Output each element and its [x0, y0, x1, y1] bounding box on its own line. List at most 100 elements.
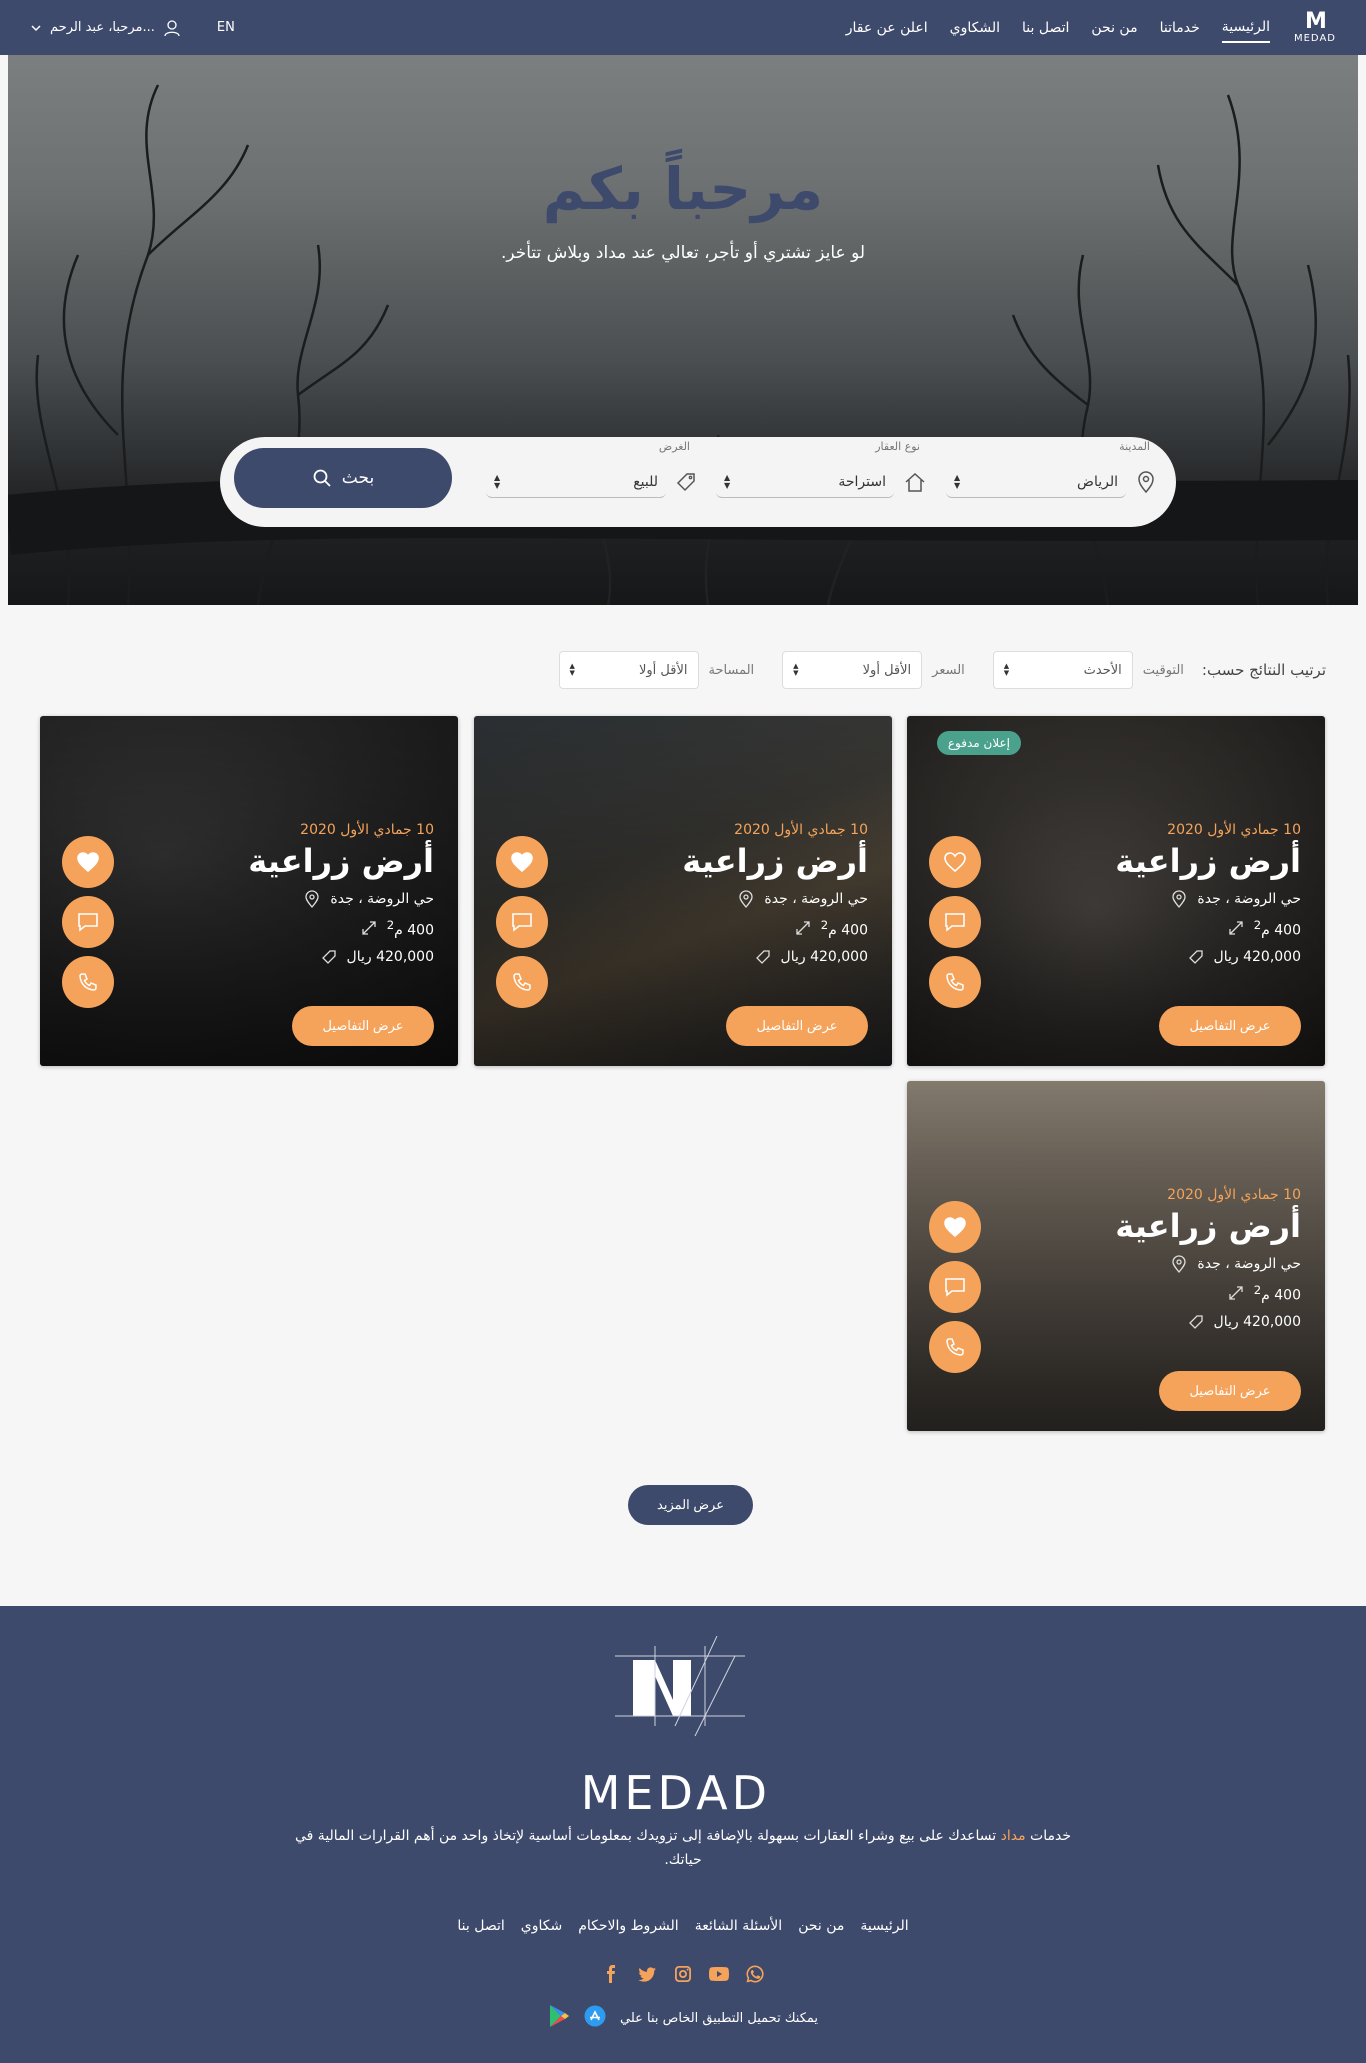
sort-time-select[interactable]: الأحدث ▲ ▼: [992, 651, 1133, 689]
property-card[interactable]: 10 جمادي الأول 2020 أرض زراعية حي الروضة…: [907, 1081, 1325, 1431]
card-location-row: حي الروضة ، جدة: [1115, 1255, 1301, 1273]
message-button[interactable]: [62, 896, 114, 948]
card-location: حي الروضة ، جدة: [330, 891, 434, 907]
instagram-icon[interactable]: [673, 1964, 693, 1984]
location-pin-icon: [739, 890, 754, 908]
nav-contact[interactable]: اتصل بنا: [1022, 14, 1069, 42]
chat-bubble-icon: [78, 913, 98, 932]
medad-logo[interactable]: M MEDAD: [1293, 9, 1336, 45]
nav-home[interactable]: الرئيسية: [1221, 13, 1270, 43]
youtube-icon[interactable]: [709, 1964, 729, 1984]
location-pin-icon: [1172, 890, 1187, 908]
sort-area-select[interactable]: الأقل أولا ▲ ▼: [558, 651, 699, 689]
card-price: 420,000 ريال: [1213, 1313, 1301, 1330]
sort-price-select[interactable]: الأقل أولا ▲ ▼: [782, 651, 923, 689]
card-info: 10 جمادي الأول 2020 أرض زراعية حي الروضة…: [248, 822, 434, 965]
medad-logo-mark-icon: [615, 1635, 745, 1737]
card-area-row: 400 م2: [248, 918, 434, 939]
card-area-row: 400 م2: [682, 918, 868, 939]
nav-complaints[interactable]: الشكاوي: [950, 14, 1000, 42]
resize-arrows-icon: [796, 921, 810, 935]
call-button[interactable]: [62, 956, 114, 1008]
view-details-button[interactable]: عرض التفاصيل: [1159, 1006, 1301, 1046]
favorite-button[interactable]: [929, 1201, 981, 1253]
footer-link-home[interactable]: الرئيسية: [860, 1918, 908, 1934]
location-pin-icon: [1138, 471, 1154, 493]
footer: MEDAD خدمات مداد تساعدك على بيع وشراء ال…: [0, 1606, 1366, 2063]
footer-link-contact[interactable]: اتصل بنا: [457, 1918, 504, 1934]
whatsapp-icon[interactable]: [745, 1964, 765, 1984]
card-price-row: 420,000 ريال: [1115, 949, 1301, 965]
tag-icon: [321, 950, 336, 964]
purpose-value: للبيع: [633, 473, 658, 490]
card-info: 10 جمادي الأول 2020 أرض زراعية حي الروضة…: [1115, 1187, 1301, 1330]
message-button[interactable]: [929, 896, 981, 948]
favorite-button[interactable]: [62, 836, 114, 888]
sort-bar: ترتيب النتائج حسب: التوقيت الأحدث ▲ ▼ الس…: [558, 651, 1326, 689]
property-card[interactable]: إعلان مدفوع 10 جمادي الأول 2020 أرض زراع…: [907, 716, 1325, 1066]
call-button[interactable]: [496, 956, 548, 1008]
card-area: 400 م2: [1253, 918, 1301, 939]
user-menu[interactable]: مرحبا، عبد الرحم...: [30, 19, 181, 37]
property-card[interactable]: 10 جمادي الأول 2020 أرض زراعية حي الروضة…: [474, 716, 892, 1066]
property-card[interactable]: 10 جمادي الأول 2020 أرض زراعية حي الروضة…: [40, 716, 458, 1066]
call-button[interactable]: [929, 956, 981, 1008]
logo-word: MEDAD: [1293, 33, 1336, 44]
app-store-icon[interactable]: [584, 2005, 606, 2031]
property-type-select[interactable]: استراحة ▲ ▼: [716, 466, 894, 498]
card-area-row: 400 م2: [1115, 918, 1301, 939]
location-pin-icon: [1172, 1255, 1187, 1273]
nav-advertise-property[interactable]: اعلن عن عقار: [846, 14, 928, 42]
heart-icon: [511, 852, 533, 873]
view-details-button[interactable]: عرض التفاصيل: [292, 1006, 434, 1046]
card-location-row: حي الروضة ، جدة: [1115, 890, 1301, 908]
favorite-button[interactable]: [929, 836, 981, 888]
logo-mark-icon: M: [1305, 9, 1327, 34]
facebook-icon[interactable]: [601, 1964, 621, 1984]
property-type-label: نوع العقار: [875, 440, 920, 453]
message-button[interactable]: [929, 1261, 981, 1313]
google-play-icon[interactable]: [548, 2004, 570, 2032]
card-date: 10 جمادي الأول 2020: [1167, 822, 1301, 838]
footer-link-about[interactable]: من نحن: [798, 1918, 844, 1934]
user-icon: [164, 19, 180, 36]
tag-icon: [1188, 1315, 1203, 1329]
heart-icon: [77, 852, 99, 873]
footer-desc-brand: مداد: [1000, 1828, 1026, 1844]
card-title: أرض زراعية: [1115, 1207, 1301, 1245]
footer-desc-prefix: خدمات: [1030, 1828, 1071, 1844]
sort-price-label: السعر: [932, 662, 965, 678]
favorite-button[interactable]: [496, 836, 548, 888]
twitter-icon[interactable]: [637, 1964, 657, 1984]
footer-link-faq[interactable]: الأسئلة الشائعة: [695, 1918, 783, 1934]
footer-logo[interactable]: MEDAD: [581, 1635, 771, 1820]
phone-icon: [946, 973, 964, 991]
message-button[interactable]: [496, 896, 548, 948]
city-select[interactable]: الرياض ▲ ▼: [946, 466, 1126, 498]
load-more-button[interactable]: عرض المزيد: [628, 1485, 753, 1525]
view-details-button[interactable]: عرض التفاصيل: [726, 1006, 868, 1046]
nav-services[interactable]: خدماتنا: [1160, 14, 1200, 42]
card-price: 420,000 ريال: [780, 948, 868, 965]
chat-bubble-icon: [945, 913, 965, 932]
sort-time-value: الأحدث: [1083, 662, 1122, 678]
card-date: 10 جمادي الأول 2020: [734, 822, 868, 838]
purpose-select[interactable]: للبيع ▲ ▼: [486, 466, 666, 498]
hero-subtitle: لو عايز تشتري أو تأجر، تعالي عند مداد وب…: [500, 243, 866, 263]
footer-link-complaints[interactable]: شكاوي: [521, 1918, 562, 1934]
search-icon: [313, 469, 331, 487]
call-button[interactable]: [929, 1321, 981, 1373]
footer-link-terms[interactable]: الشروط والاحكام: [578, 1918, 678, 1934]
card-location-row: حي الروضة ، جدة: [248, 890, 434, 908]
nav-about[interactable]: من نحن: [1091, 14, 1137, 42]
resize-arrows-icon: [1229, 1286, 1243, 1300]
card-title: أرض زراعية: [248, 842, 434, 880]
card-info: 10 جمادي الأول 2020 أرض زراعية حي الروضة…: [682, 822, 868, 965]
view-details-button[interactable]: عرض التفاصيل: [1159, 1371, 1301, 1411]
phone-icon: [946, 1338, 964, 1356]
tag-icon: [1188, 950, 1203, 964]
tag-icon: [755, 950, 770, 964]
card-area: 400 م2: [820, 918, 868, 939]
language-switch[interactable]: EN: [217, 20, 235, 35]
search-button[interactable]: بحث: [234, 448, 452, 508]
